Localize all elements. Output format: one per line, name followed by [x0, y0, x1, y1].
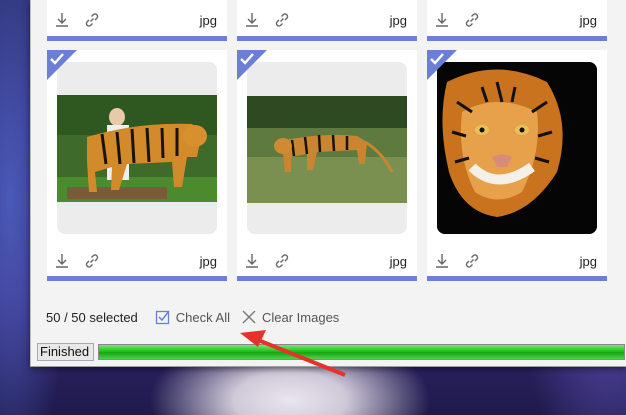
- image-tile[interactable]: jpg: [47, 0, 227, 41]
- image-tile[interactable]: jpg: [427, 50, 607, 281]
- clear-images-button[interactable]: Clear Images: [240, 308, 339, 326]
- tile-actions: jpg: [47, 249, 227, 273]
- selected-checkbox[interactable]: [237, 50, 267, 80]
- check-icon: [240, 53, 254, 65]
- image-thumbnail[interactable]: [437, 62, 597, 234]
- status-bar: Finished: [37, 343, 625, 361]
- selected-checkbox[interactable]: [427, 50, 457, 80]
- tile-bar: [427, 276, 607, 281]
- tile-bar: [47, 36, 227, 41]
- tile-bar: [237, 36, 417, 41]
- image-thumbnail[interactable]: [247, 62, 407, 234]
- download-icon[interactable]: [243, 252, 261, 270]
- tiger-face-portrait-photo: [437, 62, 597, 234]
- status-label: Finished: [37, 343, 95, 361]
- tiger-walking-grass-photo: [247, 96, 407, 203]
- file-extension: jpg: [199, 12, 217, 28]
- tile-bar: [47, 276, 227, 281]
- download-icon[interactable]: [53, 11, 71, 29]
- file-extension: jpg: [579, 253, 597, 269]
- tile-actions: jpg: [427, 8, 607, 32]
- checkbox-checked-icon: [154, 308, 172, 326]
- file-extension: jpg: [579, 12, 597, 28]
- progress-bar: [98, 344, 625, 360]
- link-icon[interactable]: [273, 252, 291, 270]
- link-icon[interactable]: [273, 11, 291, 29]
- selection-footer: 50 / 50 selected Check All Clear Images: [31, 302, 626, 332]
- tile-actions: jpg: [427, 249, 607, 273]
- tiger-with-man-photo: [57, 95, 217, 202]
- selected-checkbox[interactable]: [47, 50, 77, 80]
- file-extension: jpg: [199, 253, 217, 269]
- tile-actions: jpg: [237, 249, 417, 273]
- progress-fill: [99, 345, 624, 359]
- link-icon[interactable]: [463, 11, 481, 29]
- download-icon[interactable]: [243, 11, 261, 29]
- tile-actions: jpg: [47, 8, 227, 32]
- tile-actions: jpg: [237, 8, 417, 32]
- download-icon[interactable]: [53, 252, 71, 270]
- close-icon: [240, 308, 258, 326]
- image-tile[interactable]: jpg: [237, 50, 417, 281]
- check-icon: [430, 53, 444, 65]
- image-tile[interactable]: jpg: [47, 50, 227, 281]
- clear-images-label: Clear Images: [262, 309, 340, 325]
- image-downloader-window: jpg jpg jpg jpg jpg jpg 50 / 50 selected…: [30, 0, 626, 367]
- tile-bar: [427, 36, 607, 41]
- tile-bar: [237, 276, 417, 281]
- file-extension: jpg: [389, 253, 407, 269]
- link-icon[interactable]: [83, 11, 101, 29]
- link-icon[interactable]: [83, 252, 101, 270]
- image-tile[interactable]: jpg: [427, 0, 607, 41]
- check-all-button[interactable]: Check All: [154, 308, 230, 326]
- image-tile[interactable]: jpg: [237, 0, 417, 41]
- image-thumbnail[interactable]: [57, 62, 217, 234]
- check-all-label: Check All: [175, 309, 230, 325]
- download-icon[interactable]: [433, 252, 451, 270]
- check-icon: [50, 53, 64, 65]
- link-icon[interactable]: [463, 252, 481, 270]
- download-icon[interactable]: [433, 11, 451, 29]
- selection-count: 50 / 50 selected: [46, 309, 138, 325]
- file-extension: jpg: [389, 12, 407, 28]
